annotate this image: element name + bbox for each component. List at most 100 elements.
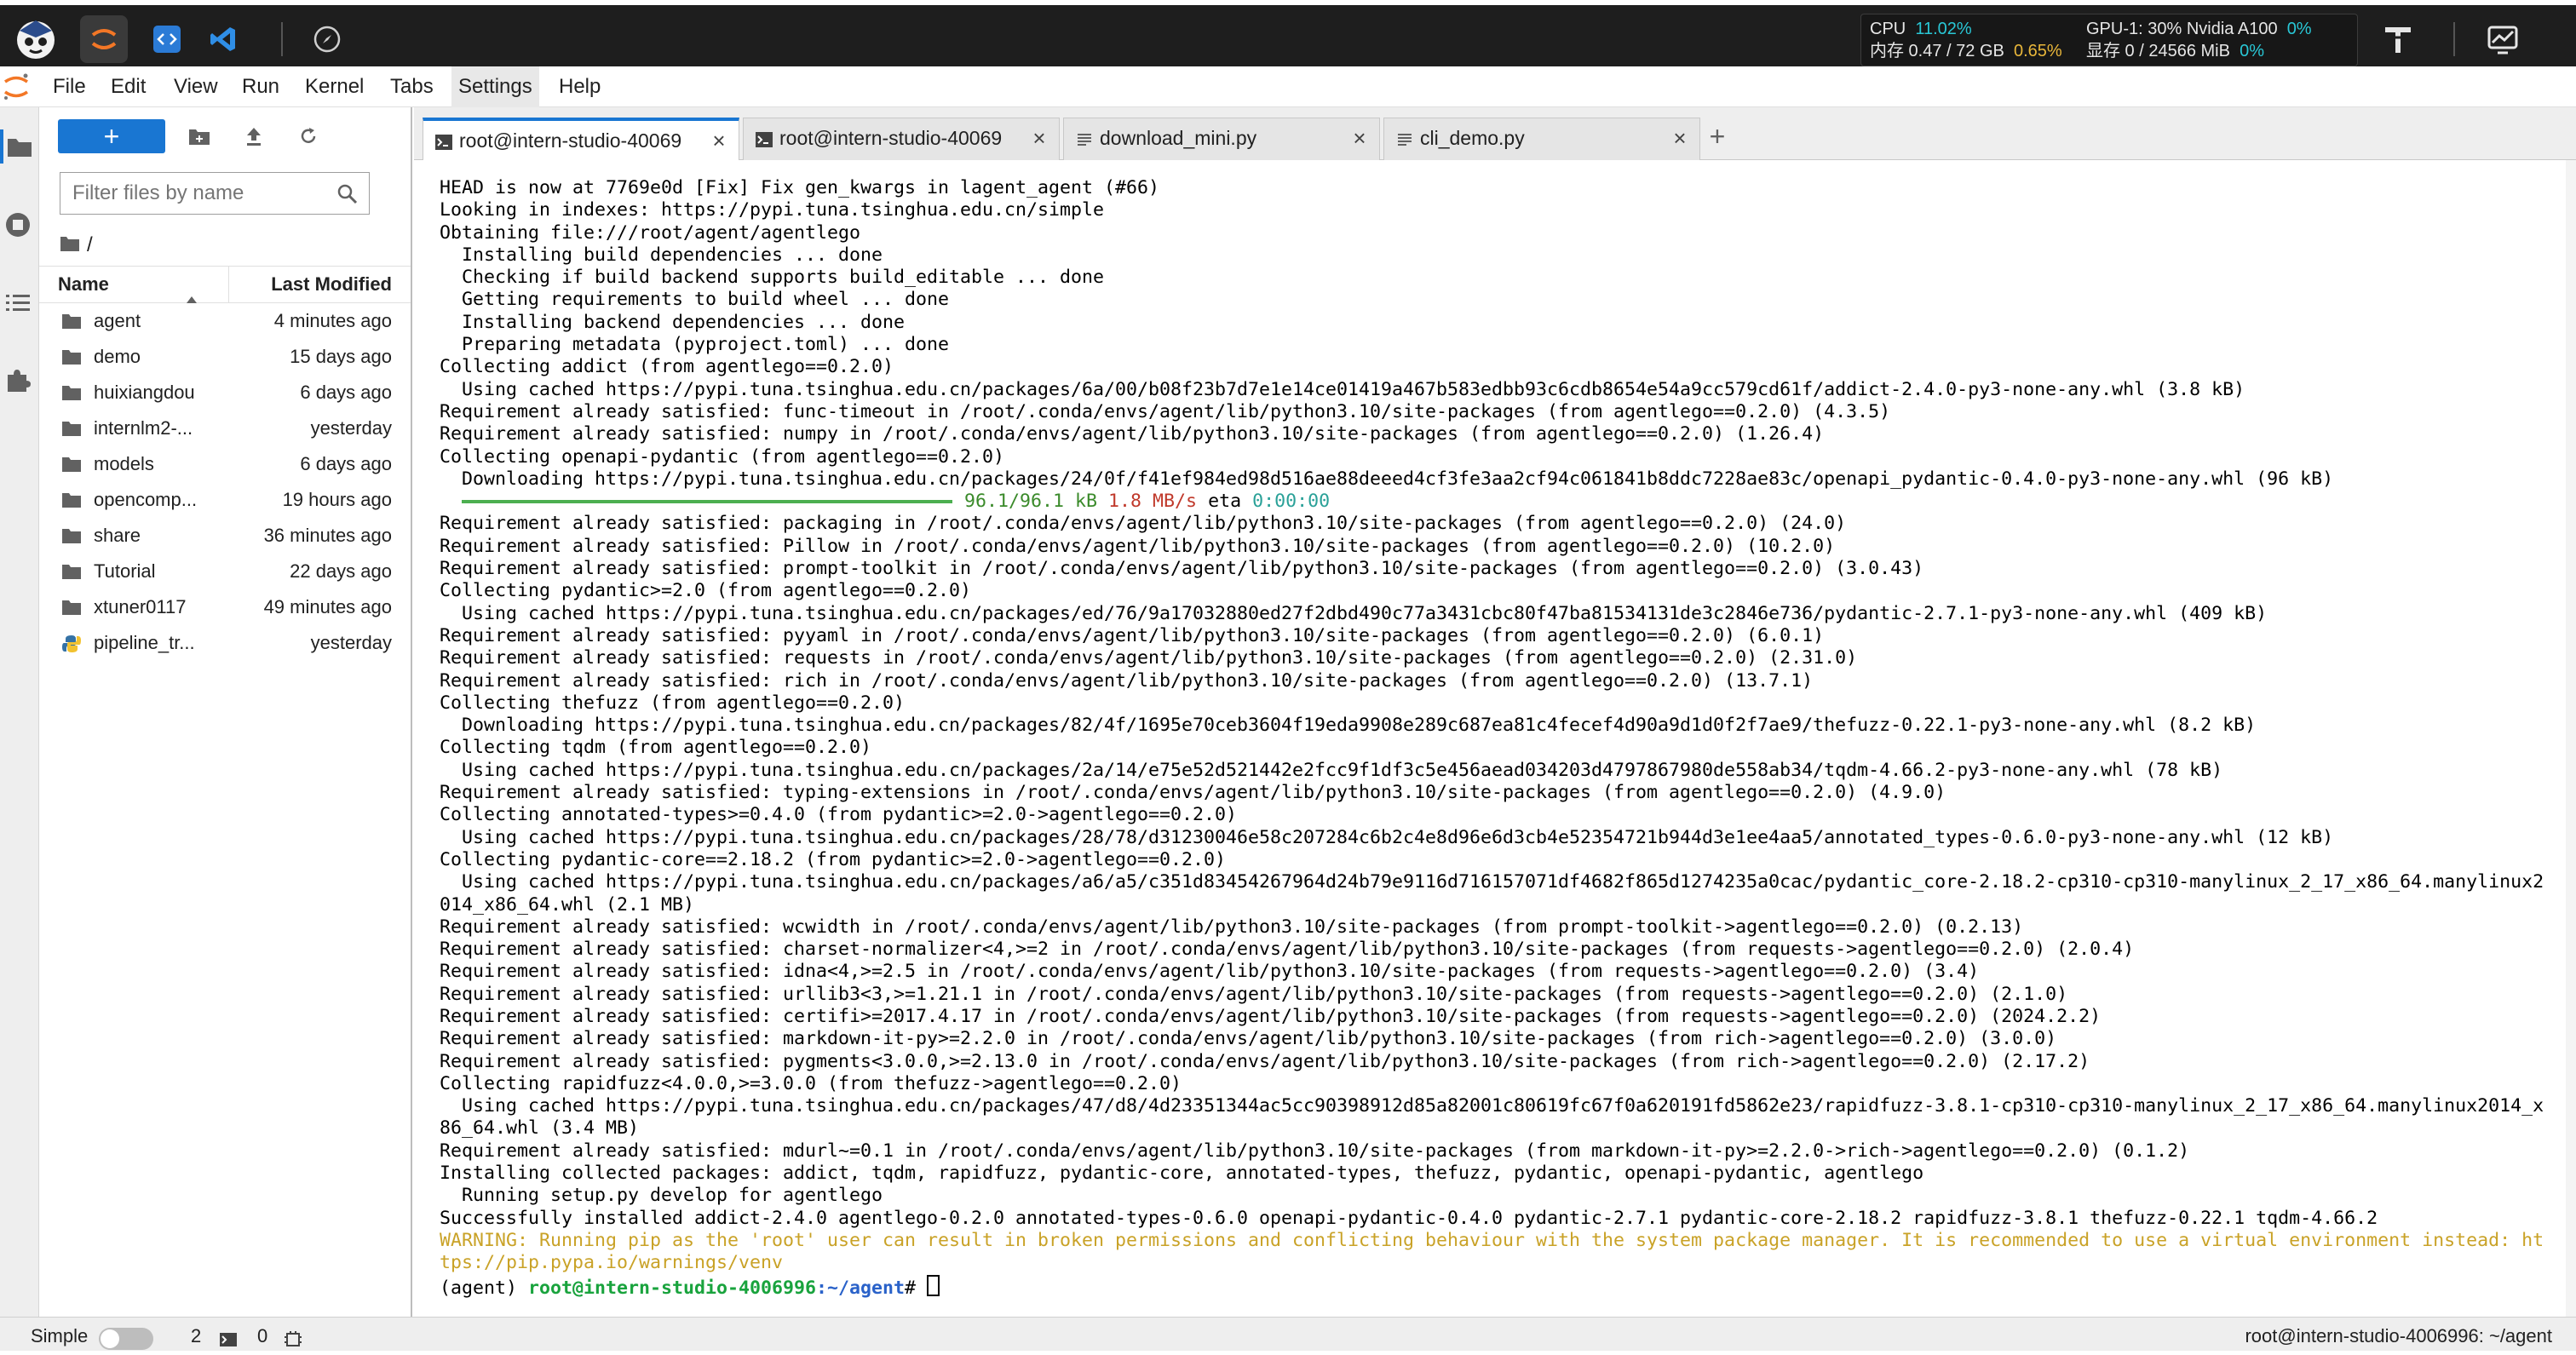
- upload-icon[interactable]: [237, 119, 271, 153]
- terminal-line: Installing collected packages: addict, t…: [440, 1163, 1924, 1185]
- simple-mode-toggle[interactable]: [99, 1328, 153, 1350]
- terminal-line: 014_x86_64.whl (2.1 MB): [440, 893, 695, 916]
- tab-label: download_mini.py: [1100, 127, 1257, 149]
- file-row[interactable]: agent 4 minutes ago: [39, 303, 411, 339]
- menu-help[interactable]: Help: [552, 66, 607, 107]
- left-activity-bar: [0, 107, 39, 1351]
- kernel-icon: [285, 1331, 302, 1348]
- terminal-line: Collecting annotated-types>=0.4.0 (from …: [440, 804, 1238, 826]
- shell-prompt: (agent) root@intern-studio-4006996:~/age…: [440, 1274, 2544, 1299]
- terminal-line: Requirement already satisfied: rich in /…: [440, 669, 1814, 692]
- terminal-line: Obtaining file:///root/agent/agentlego: [440, 221, 861, 244]
- file-name: opencomp...: [94, 489, 198, 510]
- terminal-line: Looking in indexes: https://pypi.tuna.ts…: [440, 199, 1105, 221]
- running-sessions-icon[interactable]: [2, 208, 34, 242]
- terminal-line: HEAD is now at 7769e0d [Fix] Fix gen_kwa…: [440, 177, 1160, 198]
- terminal-line: Using cached https://pypi.tuna.tsinghua.…: [440, 378, 2245, 400]
- close-icon[interactable]: ×: [710, 129, 728, 152]
- prompt-path: :~/agent: [816, 1277, 906, 1299]
- menu-edit[interactable]: Edit: [104, 66, 152, 107]
- terminal-scrollbar[interactable]: [2566, 160, 2576, 1317]
- toggle-knob: [101, 1329, 119, 1348]
- file-row[interactable]: demo 15 days ago: [39, 339, 411, 375]
- close-icon[interactable]: ×: [1030, 127, 1049, 149]
- tab-label: root@intern-studio-40069: [779, 127, 1003, 149]
- terminal-cursor[interactable]: [927, 1274, 940, 1296]
- terminal-icon: [435, 135, 452, 150]
- terminal-line: Requirement already satisfied: typing-ex…: [440, 782, 1946, 804]
- new-launcher-button[interactable]: +: [58, 119, 165, 153]
- add-tab-button[interactable]: +: [1700, 119, 1734, 153]
- code-server-icon[interactable]: [143, 15, 191, 63]
- file-name: internlm2-...: [94, 417, 193, 439]
- tab-terminal-1[interactable]: root@intern-studio-40069 ×: [423, 118, 739, 161]
- breadcrumb-root[interactable]: /: [87, 233, 93, 257]
- menu-tabs[interactable]: Tabs: [383, 66, 440, 107]
- memory-value: 0.65%: [2013, 42, 2062, 60]
- monitor-icon[interactable]: [2479, 17, 2527, 61]
- file-row[interactable]: Tutorial 22 days ago: [39, 554, 411, 589]
- file-browser-panel: + / Name Last Modified agent 4 minutes ag…: [39, 107, 412, 1317]
- tab-terminal-2[interactable]: root@intern-studio-40069 ×: [743, 118, 1060, 160]
- file-row[interactable]: internlm2-... yesterday: [39, 411, 411, 446]
- file-row[interactable]: xtuner0117 49 minutes ago: [39, 589, 411, 625]
- terminal-panel[interactable]: HEAD is now at 7769e0d [Fix] Fix gen_kwa…: [414, 160, 2576, 1317]
- folder-icon: [61, 348, 82, 365]
- download-eta-label: eta: [1208, 491, 1242, 513]
- tab-label: cli_demo.py: [1420, 127, 1525, 149]
- terminal-icon: [220, 1331, 237, 1348]
- extension-manager-icon[interactable]: [2, 363, 34, 397]
- last-modified-column-header[interactable]: Last Modified: [271, 267, 392, 302]
- file-row[interactable]: models 6 days ago: [39, 446, 411, 482]
- filter-files-input[interactable]: [72, 180, 302, 207]
- terminals-count[interactable]: 2: [191, 1318, 201, 1352]
- menu-file[interactable]: File: [46, 66, 93, 107]
- file-row[interactable]: pipeline_tr... yesterday: [39, 625, 411, 661]
- compass-icon[interactable]: [303, 15, 351, 63]
- menu-view[interactable]: View: [167, 66, 225, 107]
- new-folder-icon[interactable]: [182, 119, 216, 153]
- cpu-label: CPU: [1870, 20, 1906, 38]
- file-row[interactable]: opencomp... 19 hours ago: [39, 482, 411, 518]
- kernels-count[interactable]: 0: [257, 1318, 267, 1352]
- vram-label: 显存 0 / 24566 MiB: [2086, 42, 2230, 60]
- terminal-line: Using cached https://pypi.tuna.tsinghua.…: [440, 759, 2223, 781]
- terminal-line: Requirement already satisfied: requests …: [440, 647, 1858, 669]
- file-modified: 19 hours ago: [282, 489, 392, 510]
- vscode-icon[interactable]: [199, 15, 247, 63]
- file-row[interactable]: huixiangdou 6 days ago: [39, 375, 411, 411]
- tab-download-mini[interactable]: download_mini.py ×: [1063, 118, 1380, 160]
- font-settings-icon[interactable]: [2377, 17, 2419, 61]
- file-modified: 36 minutes ago: [263, 525, 392, 546]
- jupyter-app-icon[interactable]: [80, 15, 128, 63]
- file-modified: 6 days ago: [300, 453, 392, 474]
- file-list-header: Name Last Modified: [39, 266, 411, 303]
- terminal-line: Requirement already satisfied: certifi>=…: [440, 1005, 2102, 1027]
- platform-logo-icon[interactable]: [5, 10, 66, 66]
- text-file-icon: [1396, 132, 1413, 147]
- breadcrumb[interactable]: /: [60, 230, 93, 261]
- file-modified: yesterday: [310, 632, 392, 653]
- file-modified: 49 minutes ago: [263, 596, 392, 617]
- toolbar-divider: [281, 22, 283, 56]
- simple-mode-label: Simple: [31, 1325, 89, 1346]
- terminal-line: Getting requirements to build wheel ... …: [440, 289, 950, 311]
- home-folder-icon[interactable]: [60, 235, 80, 256]
- terminal-line: Requirement already satisfied: wcwidth i…: [440, 916, 2024, 938]
- menu-kernel[interactable]: Kernel: [298, 66, 371, 107]
- name-column-header[interactable]: Name: [58, 267, 229, 303]
- search-icon: [336, 183, 359, 205]
- folder-icon: [61, 420, 82, 437]
- refresh-icon[interactable]: [291, 119, 325, 153]
- close-icon[interactable]: ×: [1350, 127, 1369, 149]
- menu-settings[interactable]: Settings: [451, 66, 539, 107]
- filter-files-box: [60, 172, 370, 215]
- file-browser-icon[interactable]: [0, 129, 36, 164]
- tab-cli-demo[interactable]: cli_demo.py ×: [1383, 118, 1700, 160]
- terminal-line: Requirement already satisfied: idna<4,>=…: [440, 961, 1980, 983]
- table-of-contents-icon[interactable]: [2, 286, 34, 320]
- menu-run[interactable]: Run: [235, 66, 286, 107]
- terminal-line: Using cached https://pypi.tuna.tsinghua.…: [440, 871, 2544, 893]
- file-row[interactable]: share 36 minutes ago: [39, 518, 411, 554]
- close-icon[interactable]: ×: [1670, 127, 1689, 149]
